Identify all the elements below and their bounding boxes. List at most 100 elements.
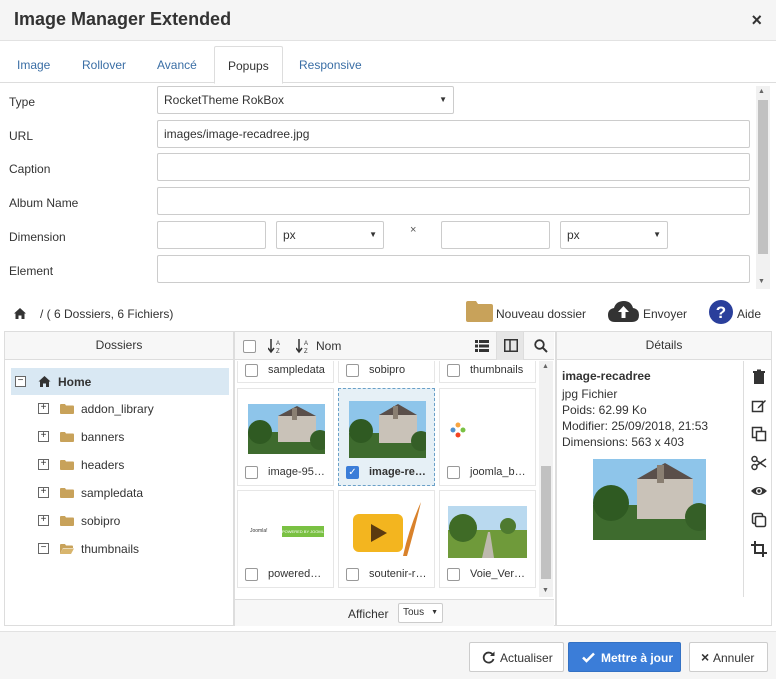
dimension-label: Dimension: [9, 230, 66, 244]
upload-button[interactable]: Envoyer: [608, 297, 692, 327]
collapse-icon[interactable]: −: [38, 543, 49, 554]
expand-icon[interactable]: +: [38, 403, 49, 414]
width-input[interactable]: [157, 221, 266, 249]
file-item-selected[interactable]: ✓ image-re…: [338, 388, 435, 486]
copy-icon[interactable]: [751, 426, 767, 442]
tree-item-folder[interactable]: − thumbnails: [5, 537, 233, 561]
file-checkbox[interactable]: [245, 364, 258, 377]
files-panel: AZ AZ Nom sampledata sobipro thumbnails …: [234, 331, 556, 626]
file-checkbox[interactable]: [447, 568, 460, 581]
search-icon[interactable]: [534, 339, 548, 353]
caption-row: Caption: [0, 153, 756, 183]
url-input[interactable]: images/image-recadree.jpg: [157, 120, 750, 148]
svg-text:Z: Z: [276, 349, 280, 354]
file-item[interactable]: sampledata: [237, 361, 334, 383]
close-icon[interactable]: ×: [751, 10, 762, 31]
dialog-titlebar: Image Manager Extended ×: [0, 0, 776, 41]
cut-icon[interactable]: [751, 455, 767, 471]
tree-item-home[interactable]: − Home: [11, 368, 229, 395]
file-checkbox[interactable]: [447, 364, 460, 377]
edit-icon[interactable]: [751, 398, 767, 414]
url-label: URL: [9, 129, 34, 143]
sort-alpha-icon[interactable]: AZ: [268, 339, 282, 354]
details-dimensions: Dimensions: 563 x 403: [562, 435, 685, 449]
folder-icon: [466, 301, 493, 322]
element-input[interactable]: [157, 255, 750, 283]
files-scrollbar[interactable]: ▲ ▼: [539, 361, 553, 597]
files-scroll-thumb[interactable]: [541, 466, 551, 579]
tab-popups[interactable]: Popups: [214, 46, 283, 84]
file-item[interactable]: Joomla! POWERED BY JOOMLA powered…: [237, 490, 334, 588]
tab-responsive[interactable]: Responsive: [299, 58, 362, 72]
file-name: sampledata: [268, 364, 325, 376]
scroll-up-icon[interactable]: ▲: [542, 363, 549, 370]
expand-icon[interactable]: +: [38, 459, 49, 470]
scroll-down-icon[interactable]: ▼: [542, 587, 549, 594]
sort-name-icon[interactable]: AZ: [296, 339, 310, 354]
tab-advanced[interactable]: Avancé: [157, 58, 197, 72]
powered-by-joomla-banner: Joomla! POWERED BY JOOMLA: [250, 526, 324, 537]
type-select[interactable]: RocketTheme RokBox: [157, 86, 454, 114]
preview-eye-icon[interactable]: [751, 483, 767, 499]
album-input[interactable]: [157, 187, 750, 215]
svg-text:A: A: [304, 341, 308, 347]
details-panel: Détails image-recadree jpg Fichier Poids…: [556, 331, 772, 626]
caption-label: Caption: [9, 162, 51, 176]
duplicate-icon[interactable]: [751, 512, 767, 528]
file-checkbox[interactable]: [245, 568, 258, 581]
tab-image[interactable]: Image: [17, 58, 50, 72]
tree-item-folder[interactable]: + sobipro: [5, 509, 233, 533]
file-item[interactable]: Voie_Ver…: [439, 490, 536, 588]
scroll-down-icon[interactable]: ▼: [758, 278, 765, 285]
expand-icon[interactable]: +: [38, 515, 49, 526]
file-item[interactable]: joomla_b…: [439, 388, 536, 486]
form-scroll-thumb[interactable]: [758, 100, 768, 254]
display-bar: Afficher Tous: [235, 599, 554, 626]
caption-input[interactable]: [157, 153, 750, 181]
folders-header: Dossiers: [5, 332, 233, 360]
file-item[interactable]: sobipro: [338, 361, 435, 383]
folder-summary: / ( 6 Dossiers, 6 Fichiers): [40, 307, 174, 321]
expand-icon[interactable]: +: [38, 431, 49, 442]
file-checkbox[interactable]: [245, 466, 258, 479]
file-item[interactable]: soutenir-r…: [338, 490, 435, 588]
tree-item-label: thumbnails: [81, 542, 140, 556]
home-icon[interactable]: [14, 308, 26, 319]
crop-icon[interactable]: [751, 541, 767, 557]
file-name: powered…: [268, 568, 322, 580]
form-scrollbar[interactable]: ▲ ▼: [756, 86, 770, 289]
expand-icon[interactable]: +: [38, 487, 49, 498]
cancel-button[interactable]: × Annuler: [689, 642, 768, 672]
file-item[interactable]: thumbnails: [439, 361, 536, 383]
scroll-up-icon[interactable]: ▲: [758, 88, 765, 95]
update-button[interactable]: Mettre à jour: [568, 642, 681, 672]
height-unit-select[interactable]: px: [560, 221, 668, 249]
sort-name-label[interactable]: Nom: [316, 339, 341, 353]
file-checkbox[interactable]: [346, 568, 359, 581]
collapse-icon[interactable]: −: [15, 376, 26, 387]
delete-icon[interactable]: [751, 369, 767, 385]
help-button[interactable]: ? Aide: [709, 297, 764, 327]
select-all-checkbox[interactable]: [243, 340, 256, 353]
grid-view-button[interactable]: [496, 332, 524, 360]
url-row: URL images/image-recadree.jpg: [0, 120, 756, 150]
file-name: Voie_Ver…: [470, 568, 526, 580]
width-unit-select[interactable]: px: [276, 221, 384, 249]
height-input[interactable]: [441, 221, 550, 249]
refresh-button[interactable]: Actualiser: [469, 642, 564, 672]
file-checkbox[interactable]: [447, 466, 460, 479]
tree-item-folder[interactable]: + sampledata: [5, 481, 233, 505]
tree-item-folder[interactable]: + addon_library: [5, 397, 233, 421]
file-name: sobipro: [369, 364, 406, 376]
tab-rollover[interactable]: Rollover: [82, 58, 126, 72]
list-view-icon[interactable]: [475, 340, 489, 352]
file-item[interactable]: image-95…: [237, 388, 334, 486]
file-checkbox-checked[interactable]: ✓: [346, 466, 359, 479]
tree-item-folder[interactable]: + banners: [5, 425, 233, 449]
path-bar: / ( 6 Dossiers, 6 Fichiers) Nouveau doss…: [0, 297, 776, 331]
display-select[interactable]: Tous: [398, 603, 443, 623]
new-folder-button[interactable]: Nouveau dossier: [466, 297, 590, 327]
folder-icon: [60, 516, 74, 526]
tree-item-folder[interactable]: + headers: [5, 453, 233, 477]
file-checkbox[interactable]: [346, 364, 359, 377]
